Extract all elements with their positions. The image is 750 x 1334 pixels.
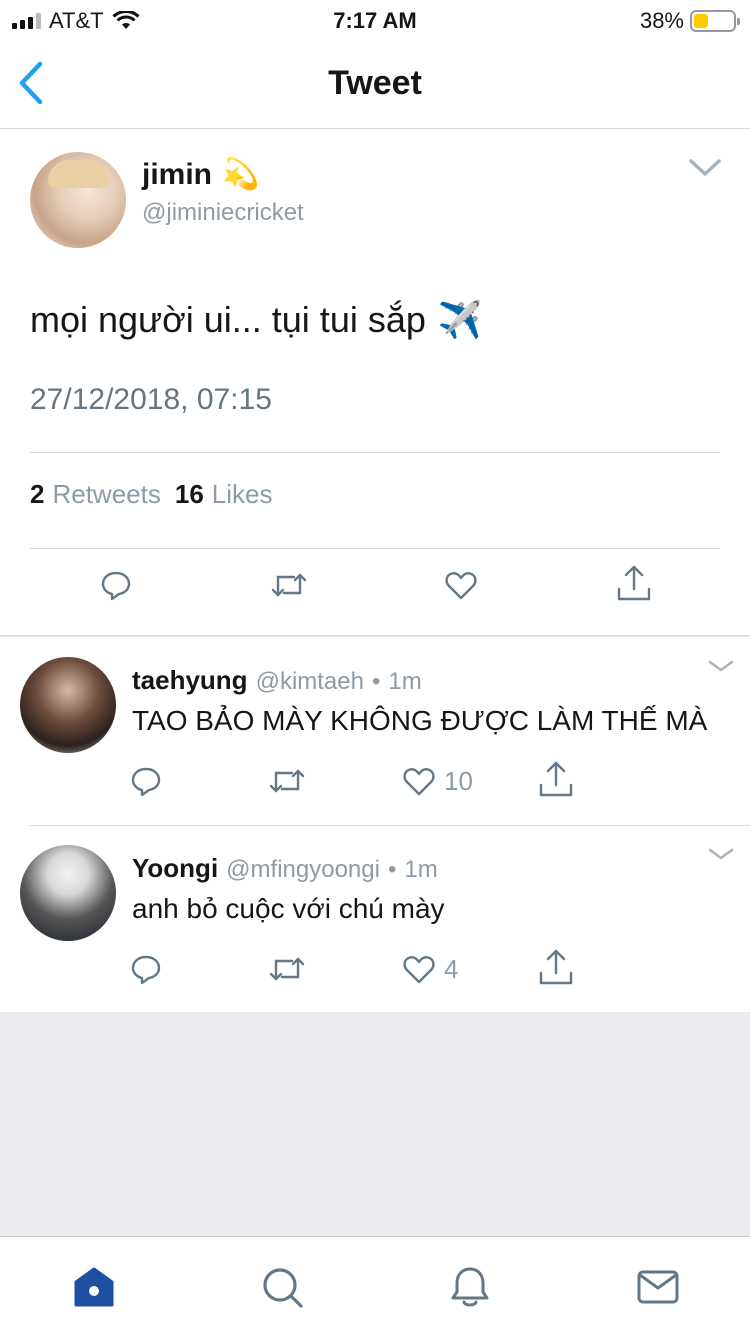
dizzy-emoji: 💫 bbox=[222, 158, 260, 191]
divider bbox=[30, 452, 720, 453]
reply-button[interactable] bbox=[130, 953, 162, 985]
retweet-label: Retweets bbox=[52, 479, 161, 509]
tab-messages[interactable] bbox=[636, 1265, 680, 1309]
reply-header: Yoongi @mfingyoongi • 1m bbox=[132, 853, 438, 884]
retweets-count-link[interactable]: 2 Retweets bbox=[30, 479, 161, 510]
reply-icon bbox=[131, 767, 161, 797]
retweet-button[interactable] bbox=[268, 953, 306, 985]
avatar[interactable] bbox=[20, 845, 116, 941]
reply-tweet[interactable]: taehyung @kimtaeh • 1m TAO BẢO MÀY KHÔNG… bbox=[0, 637, 750, 825]
retweet-icon bbox=[271, 573, 307, 597]
reply-actions: 4 bbox=[0, 949, 750, 993]
status-right: 38% bbox=[639, 8, 740, 34]
reply-button[interactable] bbox=[130, 765, 162, 797]
avatar[interactable] bbox=[30, 152, 126, 248]
chevron-down-icon[interactable] bbox=[688, 157, 722, 179]
search-icon bbox=[263, 1268, 303, 1308]
home-icon bbox=[74, 1267, 114, 1307]
retweet-icon bbox=[269, 769, 305, 793]
nav-bar: Tweet bbox=[0, 40, 750, 129]
reply-time: 1m bbox=[404, 856, 438, 883]
like-label: Likes bbox=[211, 479, 273, 509]
retweet-button[interactable] bbox=[270, 569, 308, 601]
author-name-text: jimin bbox=[142, 157, 213, 191]
author-handle[interactable]: @jiminiecricket bbox=[142, 199, 304, 227]
share-button[interactable] bbox=[538, 759, 574, 799]
share-icon bbox=[539, 761, 573, 797]
reply-time: 1m bbox=[388, 668, 422, 695]
share-button[interactable] bbox=[538, 947, 574, 987]
like-icon bbox=[445, 572, 477, 600]
main-tweet: jimin 💫 @jiminiecricket mọi người ui... … bbox=[0, 129, 750, 636]
tweet-stats: 2 Retweets 16 Likes bbox=[30, 479, 272, 510]
tweet-actions bbox=[0, 565, 750, 615]
retweet-button[interactable] bbox=[268, 765, 306, 797]
battery-icon bbox=[690, 10, 740, 32]
divider bbox=[30, 548, 720, 549]
back-button[interactable] bbox=[14, 60, 54, 106]
like-count: 16 bbox=[174, 479, 204, 509]
likes-count-link[interactable]: 16 Likes bbox=[175, 479, 273, 510]
reply-text: anh bỏ cuộc với chú mày bbox=[132, 893, 445, 924]
reply-tweet[interactable]: Yoongi @mfingyoongi • 1m anh bỏ cuộc với… bbox=[0, 825, 750, 1012]
reply-author-name[interactable]: Yoongi bbox=[132, 853, 218, 884]
tweet-timestamp: 27/12/2018, 07:15 bbox=[30, 383, 272, 416]
divider bbox=[30, 825, 750, 826]
avatar[interactable] bbox=[20, 657, 116, 753]
reply-like-count: 4 bbox=[444, 953, 459, 984]
separator-dot: • bbox=[371, 668, 381, 695]
reply-author-handle[interactable]: @mfingyoongi bbox=[226, 856, 380, 884]
like-button[interactable] bbox=[444, 569, 478, 601]
battery-fill bbox=[694, 14, 709, 28]
reply-author-name[interactable]: taehyung bbox=[132, 665, 248, 696]
reply-actions: 10 bbox=[0, 761, 750, 805]
like-button[interactable]: 10 bbox=[402, 765, 473, 797]
reply-icon bbox=[101, 571, 131, 601]
reply-author-handle[interactable]: @kimtaeh bbox=[256, 668, 364, 696]
like-icon bbox=[403, 956, 435, 984]
separator-dot: • bbox=[387, 856, 397, 883]
airplane-emoji: ✈️ bbox=[437, 299, 483, 340]
like-button[interactable]: 4 bbox=[402, 953, 458, 985]
tweet-text: mọi người ui... tụi tui sắp ✈️ bbox=[30, 299, 483, 341]
tab-search[interactable] bbox=[260, 1265, 304, 1309]
tab-notifications[interactable] bbox=[448, 1265, 492, 1309]
share-button[interactable] bbox=[616, 563, 652, 603]
reply-like-count: 10 bbox=[444, 765, 473, 796]
status-time: 7:17 AM bbox=[333, 8, 417, 33]
messages-icon bbox=[637, 1270, 679, 1304]
tab-home[interactable] bbox=[72, 1265, 116, 1309]
chevron-down-icon[interactable] bbox=[708, 659, 734, 673]
battery-percent: 38% bbox=[639, 8, 684, 33]
chevron-left-icon bbox=[19, 61, 43, 105]
tab-bar bbox=[0, 1236, 750, 1334]
reply-button[interactable] bbox=[100, 569, 132, 601]
notifications-icon bbox=[451, 1267, 489, 1307]
reply-header: taehyung @kimtaeh • 1m bbox=[132, 665, 422, 696]
status-bar: AT&T 7:17 AM 38% bbox=[0, 0, 750, 40]
chevron-down-icon[interactable] bbox=[708, 847, 734, 861]
retweet-count: 2 bbox=[30, 479, 45, 509]
page-title: Tweet bbox=[328, 64, 422, 102]
retweet-icon bbox=[269, 957, 305, 981]
share-icon bbox=[617, 565, 651, 601]
like-icon bbox=[403, 768, 435, 796]
author-name[interactable]: jimin 💫 bbox=[142, 157, 259, 192]
reply-icon bbox=[131, 955, 161, 985]
tweet-text-body: mọi người ui... tụi tui sắp bbox=[30, 299, 426, 340]
reply-text: TAO BẢO MÀY KHÔNG ĐƯỢC LÀM THẾ MÀ bbox=[132, 705, 708, 736]
share-icon bbox=[539, 949, 573, 985]
